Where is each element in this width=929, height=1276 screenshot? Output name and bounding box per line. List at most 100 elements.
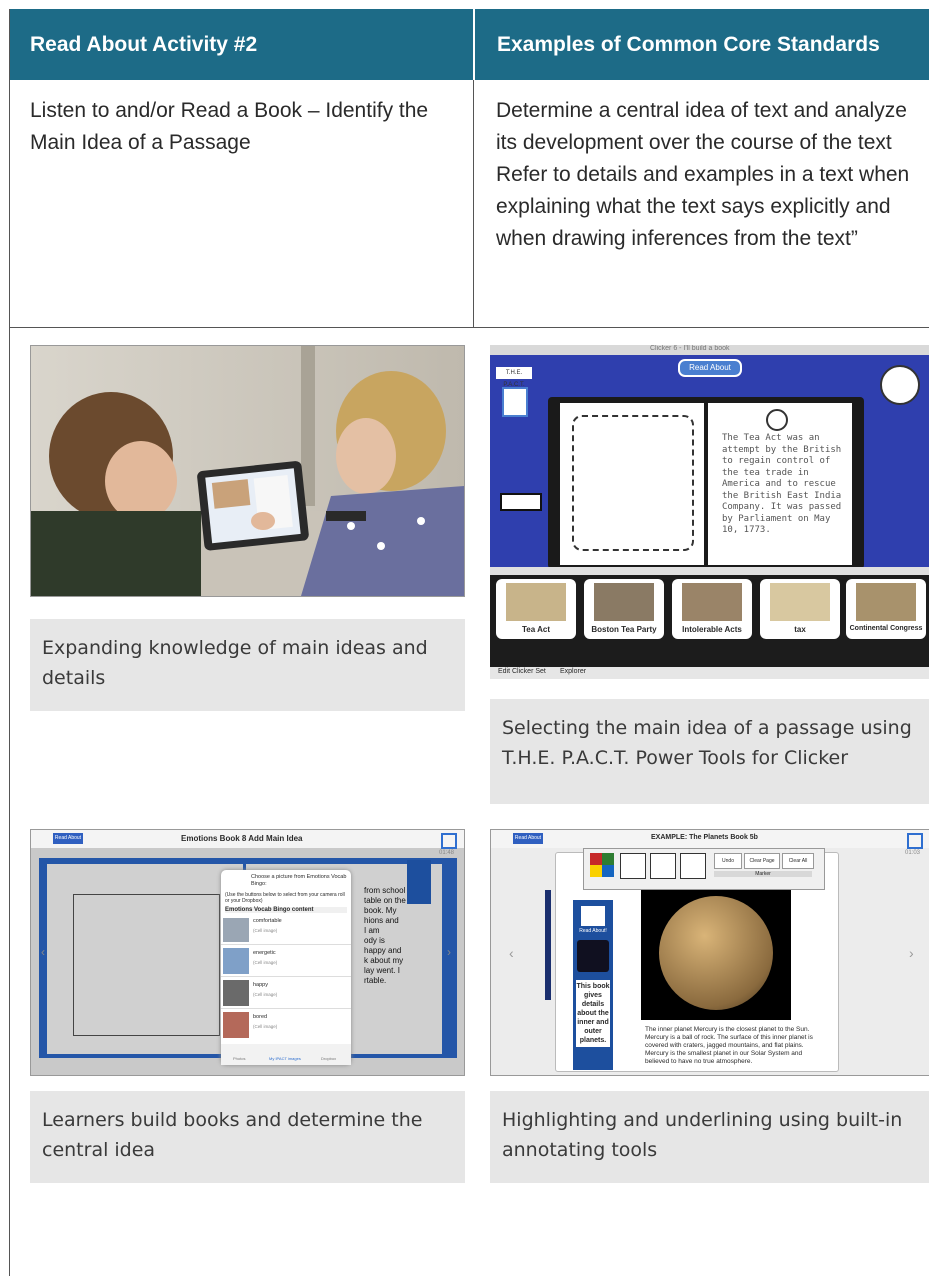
photo-tablet-reading	[30, 345, 465, 597]
caption-planets: Highlighting and underlining using built…	[490, 1091, 929, 1183]
item-label: comfortable	[253, 918, 282, 924]
pact-logo: T.H.E. P.A.C.T.	[496, 367, 532, 388]
book-right-page: The Tea Act was an attempt by the Britis…	[708, 403, 852, 565]
tab-explorer[interactable]: Explorer	[560, 668, 586, 675]
standard-item: Refer to details and examples in a text …	[496, 163, 910, 250]
clicker-cell[interactable]: tax	[760, 579, 840, 639]
activity-description: Listen to and/or Read a Book – Identify …	[30, 99, 429, 154]
item-sub: (Cell image)	[253, 992, 278, 997]
page-right-arrow[interactable]: ›	[447, 945, 451, 959]
read-about-button[interactable]: Read About	[513, 833, 543, 844]
caption-photo: Expanding knowledge of main ideas and de…	[30, 619, 465, 711]
speaker-icon[interactable]	[766, 409, 788, 431]
planets-time: 01:03	[905, 850, 921, 856]
cell-image	[506, 583, 566, 621]
list-item[interactable]: bored (Cell image)	[221, 1010, 351, 1040]
tool-label: Marker	[714, 871, 812, 877]
read-about-button[interactable]: Read About	[53, 833, 83, 844]
share-icon[interactable]	[441, 833, 457, 849]
page-left-arrow[interactable]: ‹	[41, 945, 45, 959]
ribbon-planet-image	[577, 940, 609, 972]
emotions-screenshot: Read About Emotions Book 8 Add Main Idea…	[30, 829, 465, 1076]
clicker-titlebar: Clicker 6 - I'll build a book	[490, 345, 929, 355]
share-icon[interactable]	[907, 833, 923, 849]
item-thumb	[223, 1012, 249, 1038]
emotions-time: 01:48	[439, 850, 455, 856]
column-divider	[473, 80, 474, 328]
standards-list: Determine a central idea of text and ana…	[496, 95, 926, 255]
cell-image	[770, 583, 830, 621]
item-label: energetic	[253, 950, 276, 956]
header-activity: Read About Activity #2	[10, 9, 473, 80]
popup-header: Choose a picture from Emotions Vocab Bin…	[251, 874, 347, 887]
planets-screenshot: Read About EXAMPLE: The Planets Book 5b …	[490, 829, 929, 1076]
caption-emotions: Learners build books and determine the c…	[30, 1091, 465, 1183]
ribbon-tassel	[545, 890, 551, 1000]
clicker-screenshot: Clicker 6 - I'll build a book Read About…	[490, 345, 929, 679]
keyboard-icon[interactable]	[500, 493, 542, 511]
undo-button[interactable]: Undo	[714, 853, 742, 869]
popup-tabbar: Photos My IPACT images Dropbox	[221, 1044, 351, 1065]
activity-table: Read About Activity #2 Examples of Commo…	[9, 9, 929, 1276]
list-item[interactable]: comfortable (Cell image)	[221, 916, 351, 945]
cell-image	[856, 583, 916, 621]
item-sub: (Cell image)	[253, 928, 278, 933]
book-icon[interactable]	[502, 387, 528, 417]
page-right-arrow[interactable]: ›	[909, 945, 914, 961]
clicker-cell[interactable]: Boston Tea Party	[584, 579, 664, 639]
item-thumb	[223, 980, 249, 1006]
row-divider	[10, 327, 929, 328]
cell-label: Continental Congress	[849, 625, 923, 632]
item-sub: (Cell image)	[253, 1024, 278, 1029]
color-palette-icon[interactable]	[590, 853, 614, 877]
book-left-page	[560, 403, 704, 565]
passage-text: The Tea Act was an attempt by the Britis…	[722, 433, 842, 535]
tab-dropbox[interactable]: Dropbox	[321, 1056, 336, 1061]
clear-all-button[interactable]: Clear All	[782, 853, 814, 869]
tab-photos[interactable]: Photos	[233, 1056, 245, 1061]
page-left-arrow[interactable]: ‹	[509, 945, 514, 961]
planets-title: EXAMPLE: The Planets Book 5b	[651, 834, 758, 841]
clear-page-button[interactable]: Clear Page	[744, 853, 780, 869]
ribbon-text: This book gives details about the inner …	[576, 980, 610, 1047]
picture-frame[interactable]	[73, 894, 220, 1036]
emotions-title: Emotions Book 8 Add Main Idea	[181, 834, 303, 843]
emotions-toolbar: Read About Emotions Book 8 Add Main Idea	[31, 830, 464, 849]
cell-label: Boston Tea Party	[591, 625, 657, 634]
clicker-grid-titlebar	[490, 567, 929, 575]
marker-tool[interactable]	[680, 853, 706, 879]
popup-section: Emotions Vocab Bingo content	[225, 907, 347, 913]
annotation-toolbar: Undo Clear Page Clear All Marker	[583, 848, 825, 890]
cell-label: Intolerable Acts	[682, 625, 742, 634]
item-label: happy	[253, 982, 268, 988]
item-thumb	[223, 948, 249, 974]
clicker-cell[interactable]: Intolerable Acts	[672, 579, 752, 639]
cell-label: tax	[794, 625, 806, 634]
picture-placeholder[interactable]	[572, 415, 694, 551]
clicker-cell[interactable]: Continental Congress	[846, 579, 926, 639]
ribbon-book-icon	[581, 906, 605, 926]
picture-picker-popup: Choose a picture from Emotions Vocab Bin…	[221, 870, 351, 1065]
tab-my-ipact-images[interactable]: My IPACT images	[269, 1056, 301, 1061]
mercury-planet	[659, 896, 773, 1010]
list-item[interactable]: happy (Cell image)	[221, 978, 351, 1009]
popup-hint: (Use the buttons below to select from yo…	[225, 892, 345, 904]
item-label: bored	[253, 1014, 268, 1020]
photo-illustration	[31, 346, 464, 596]
list-item[interactable]: energetic (Cell image)	[221, 946, 351, 977]
highlighter-tool[interactable]	[620, 853, 646, 879]
header-standards: Examples of Common Core Standards	[475, 9, 929, 80]
standard-item: Determine a central idea of text and ana…	[496, 99, 907, 154]
tab-edit-clicker-set[interactable]: Edit Clicker Set	[498, 668, 546, 675]
printer-icon[interactable]	[880, 365, 920, 405]
book-left-page	[47, 864, 243, 1054]
cell-image	[682, 583, 742, 621]
item-thumb	[223, 918, 249, 942]
read-about-button[interactable]: Read About	[678, 359, 742, 377]
bookmark-ribbon: Read About! This book gives details abou…	[573, 900, 613, 1070]
clicker-grid: Tea Act Boston Tea Party Intolerable Act…	[490, 567, 929, 667]
clicker-cell[interactable]: Tea Act	[496, 579, 576, 639]
bookmark-ribbon[interactable]	[407, 860, 431, 904]
pen-tool[interactable]	[650, 853, 676, 879]
clicker-window-title: Clicker 6 - I'll build a book	[650, 345, 730, 352]
